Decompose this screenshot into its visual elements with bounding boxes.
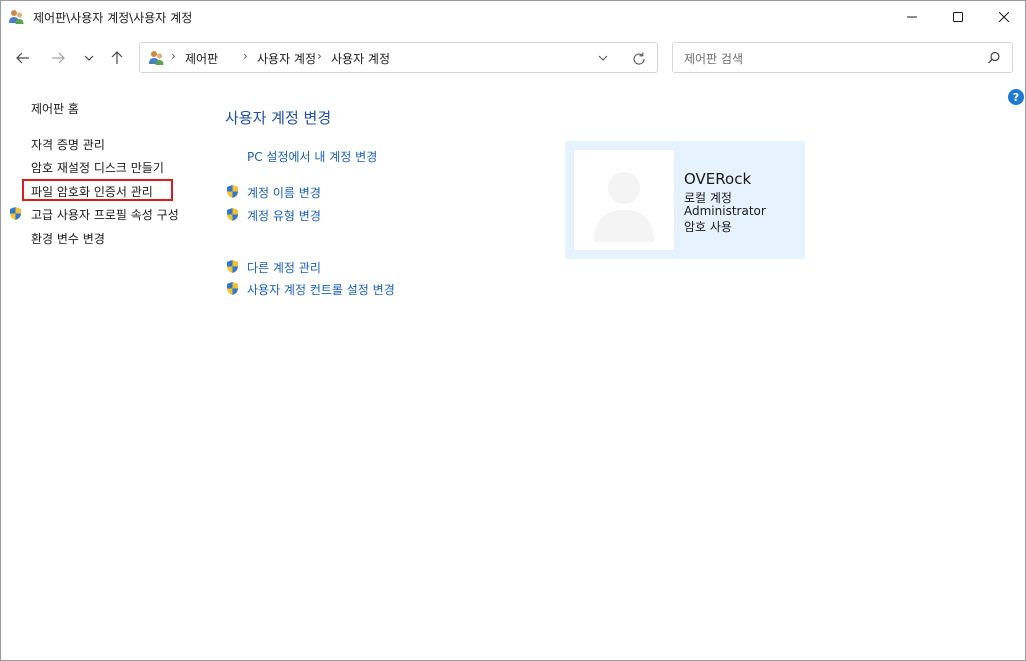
chevron-down-icon <box>84 55 94 61</box>
uac-shield-icon <box>225 259 240 274</box>
control-panel-window: 제어판\사용자 계정\사용자 계정 › 제어판 › 사용자 계정 › 사용자 계… <box>0 0 1026 661</box>
credential-manager-link[interactable]: 자격 증명 관리 <box>31 136 105 153</box>
breadcrumb-separator[interactable]: › <box>171 49 176 63</box>
user-name: OVERock <box>684 170 752 188</box>
breadcrumb-separator[interactable]: › <box>243 49 248 63</box>
arrow-left-icon <box>16 52 29 64</box>
user-account-card: OVERock 로컬 계정 Administrator 암호 사용 <box>565 141 805 259</box>
help-button[interactable]: ? <box>1008 89 1024 105</box>
navigation-bar: › 제어판 › 사용자 계정 › 사용자 계정 <box>1 32 1025 86</box>
address-dropdown-button[interactable] <box>595 50 611 66</box>
uac-shield-icon <box>225 207 240 222</box>
uac-shield-icon <box>225 281 240 296</box>
maximize-button[interactable] <box>935 1 981 32</box>
arrow-right-icon <box>52 52 65 64</box>
breadcrumb-control-panel[interactable]: 제어판 <box>185 50 218 67</box>
chevron-down-icon <box>598 55 608 61</box>
pc-settings-account-link[interactable]: PC 설정에서 내 계정 변경 <box>247 148 377 165</box>
close-button[interactable] <box>981 1 1026 32</box>
breadcrumb-user-accounts[interactable]: 사용자 계정 <box>257 50 316 67</box>
address-bar[interactable]: › 제어판 › 사용자 계정 › 사용자 계정 <box>139 42 658 73</box>
breadcrumb-user-accounts-current[interactable]: 사용자 계정 <box>331 50 390 67</box>
advanced-user-profile-properties-link[interactable]: 고급 사용자 프로필 속성 구성 <box>31 206 179 223</box>
minimize-button[interactable] <box>889 1 935 32</box>
refresh-icon <box>633 52 645 65</box>
user-accounts-icon <box>148 49 165 66</box>
change-account-type-link[interactable]: 계정 유형 변경 <box>247 207 321 224</box>
up-button[interactable] <box>105 46 129 70</box>
uac-shield-icon <box>225 184 240 199</box>
search-input[interactable] <box>682 49 976 69</box>
control-panel-home-link[interactable]: 제어판 홈 <box>31 100 79 117</box>
forward-button[interactable] <box>46 46 70 70</box>
back-button[interactable] <box>11 46 35 70</box>
uac-shield-icon <box>8 206 23 221</box>
password-status-label: 암호 사용 <box>684 220 732 234</box>
arrow-up-icon <box>111 51 123 64</box>
user-avatar-icon <box>594 172 654 242</box>
close-icon <box>999 11 1009 22</box>
user-accounts-icon <box>8 8 25 25</box>
change-uac-settings-link[interactable]: 사용자 계정 컨트롤 설정 변경 <box>247 281 395 298</box>
manage-another-account-link[interactable]: 다른 계정 관리 <box>247 259 321 276</box>
change-environment-variables-link[interactable]: 환경 변수 변경 <box>31 230 105 247</box>
refresh-button[interactable] <box>630 50 648 68</box>
account-role-label: Administrator <box>684 204 766 218</box>
left-task-pane: 제어판 홈 자격 증명 관리 암호 재설정 디스크 만들기 파일 암호화 인증서… <box>1 86 211 386</box>
recent-locations-button[interactable] <box>77 46 101 70</box>
user-avatar <box>574 150 674 250</box>
search-icon[interactable] <box>986 50 1002 66</box>
window-title: 제어판\사용자 계정\사용자 계정 <box>33 11 193 25</box>
search-box[interactable] <box>672 42 1013 73</box>
breadcrumb-separator[interactable]: › <box>317 49 322 63</box>
manage-file-encryption-certificates-link[interactable]: 파일 암호화 인증서 관리 <box>31 183 153 200</box>
page-title: 사용자 계정 변경 <box>225 109 332 127</box>
maximize-icon <box>953 11 963 22</box>
title-bar[interactable]: 제어판\사용자 계정\사용자 계정 <box>1 1 1025 32</box>
change-account-name-link[interactable]: 계정 이름 변경 <box>247 184 321 201</box>
create-password-reset-disk-link[interactable]: 암호 재설정 디스크 만들기 <box>31 159 164 176</box>
minimize-icon <box>907 16 917 17</box>
